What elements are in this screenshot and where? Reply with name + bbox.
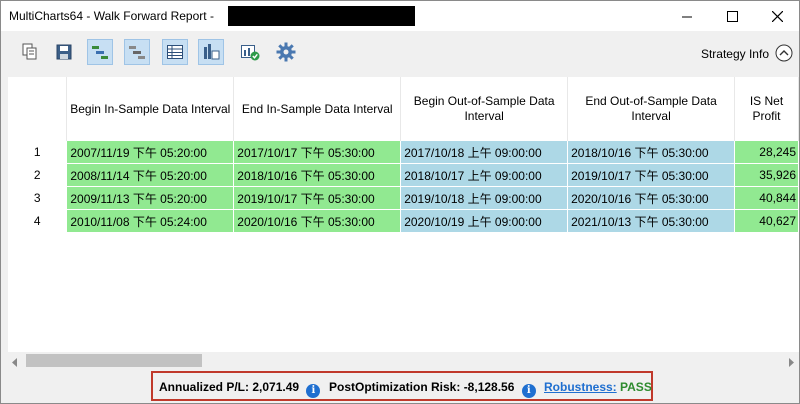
- begin-out-of-sample-cell[interactable]: 2019/10/18 上午 09:00:00: [400, 186, 569, 210]
- walk-forward-table: Begin In-Sample Data Interval End In-Sam…: [8, 77, 799, 352]
- end-in-sample-cell[interactable]: 2017/10/17 下午 05:30:00: [233, 141, 402, 164]
- chart-calendar-button[interactable]: [198, 39, 224, 65]
- gantt-color-button[interactable]: [87, 39, 113, 65]
- toolbar: Strategy Info: [1, 31, 799, 75]
- settings-button[interactable]: [273, 39, 299, 65]
- table-view-icon: [167, 45, 183, 59]
- summary-status-bar: Annualized P/L: 2,071.49 i PostOptimizat…: [151, 371, 653, 401]
- annualized-pl-value: 2,071.49: [252, 380, 300, 394]
- copy-button[interactable]: [17, 39, 43, 65]
- chart-check-button[interactable]: [237, 39, 263, 65]
- robustness-link[interactable]: Robustness:: [544, 380, 617, 394]
- gear-icon: [276, 42, 296, 62]
- begin-in-sample-cell[interactable]: 2009/11/13 下午 05:20:00: [66, 186, 235, 210]
- walk-forward-report-window: MultiCharts64 - Walk Forward Report - St…: [0, 0, 800, 404]
- column-header-is-net-profit[interactable]: IS Net Profit: [734, 77, 799, 141]
- row-number: 4: [8, 209, 68, 233]
- begin-out-of-sample-cell[interactable]: 2017/10/18 上午 09:00:00: [400, 141, 569, 164]
- table-view-button[interactable]: [162, 39, 188, 65]
- gantt-color-icon: [92, 46, 108, 59]
- row-number: 1: [8, 141, 68, 164]
- window-title: MultiCharts64 - Walk Forward Report -: [9, 9, 214, 23]
- is-net-profit-cell[interactable]: 35,926: [734, 163, 799, 187]
- horizontal-scrollbar[interactable]: [8, 352, 799, 369]
- begin-in-sample-cell[interactable]: 2010/11/08 下午 05:24:00: [66, 209, 235, 233]
- row-number: 2: [8, 163, 68, 187]
- end-out-of-sample-cell[interactable]: 2018/10/16 下午 05:30:00: [567, 141, 736, 164]
- table-row[interactable]: 3 2009/11/13 下午 05:20:00 2019/10/17 下午 0…: [8, 186, 799, 210]
- is-net-profit-cell[interactable]: 40,627: [734, 209, 799, 233]
- begin-in-sample-cell[interactable]: 2008/11/14 下午 05:20:00: [66, 163, 235, 187]
- post-optimization-risk-value: -8,128.56: [463, 380, 515, 394]
- save-button[interactable]: [51, 39, 77, 65]
- annualized-pl-label: Annualized P/L:: [159, 380, 249, 394]
- table-row[interactable]: 2 2008/11/14 下午 05:20:00 2018/10/16 下午 0…: [8, 163, 799, 187]
- scroll-right-icon[interactable]: [789, 356, 795, 370]
- row-number: 3: [8, 186, 68, 210]
- post-optimization-risk-label: PostOptimization Risk:: [329, 380, 461, 394]
- annualized-pl: Annualized P/L: 2,071.49 i: [159, 380, 321, 398]
- table-row[interactable]: 1 2007/11/19 下午 05:20:00 2017/10/17 下午 0…: [8, 141, 799, 164]
- column-header-begin-in-sample[interactable]: Begin In-Sample Data Interval: [66, 77, 235, 141]
- chart-check-icon: [241, 45, 260, 61]
- gantt-gray-button[interactable]: [124, 39, 150, 65]
- end-in-sample-cell[interactable]: 2018/10/16 下午 05:30:00: [233, 163, 402, 187]
- end-in-sample-cell[interactable]: 2019/10/17 下午 05:30:00: [233, 186, 402, 210]
- is-net-profit-cell[interactable]: 40,844: [734, 186, 799, 210]
- robustness-value: PASS: [620, 380, 652, 394]
- column-header-row-number[interactable]: [8, 77, 68, 141]
- title-bar[interactable]: MultiCharts64 - Walk Forward Report -: [1, 1, 799, 31]
- end-in-sample-cell[interactable]: 2020/10/16 下午 05:30:00: [233, 209, 402, 233]
- column-header-end-in-sample[interactable]: End In-Sample Data Interval: [233, 77, 402, 141]
- redacted-block: [228, 6, 415, 26]
- minimize-icon: [681, 16, 692, 17]
- column-header-begin-out-of-sample[interactable]: Begin Out-of-Sample Data Interval: [400, 77, 569, 141]
- scroll-left-icon[interactable]: [12, 356, 18, 370]
- end-out-of-sample-cell[interactable]: 2020/10/16 下午 05:30:00: [567, 186, 736, 210]
- robustness[interactable]: Robustness: PASS: [544, 380, 652, 394]
- chevron-up-icon[interactable]: [775, 44, 793, 65]
- copy-icon: [22, 43, 37, 60]
- minimize-button[interactable]: [664, 1, 710, 31]
- info-icon[interactable]: i: [306, 384, 321, 398]
- chart-calendar-icon: [204, 44, 220, 60]
- post-optimization-risk: PostOptimization Risk: -8,128.56 i: [329, 380, 536, 398]
- close-icon: [771, 10, 783, 22]
- begin-in-sample-cell[interactable]: 2007/11/19 下午 05:20:00: [66, 141, 235, 164]
- begin-out-of-sample-cell[interactable]: 2018/10/17 上午 09:00:00: [400, 163, 569, 187]
- table-row[interactable]: 4 2010/11/08 下午 05:24:00 2020/10/16 下午 0…: [8, 209, 799, 233]
- table-header-row: Begin In-Sample Data Interval End In-Sam…: [8, 77, 799, 141]
- end-out-of-sample-cell[interactable]: 2019/10/17 下午 05:30:00: [567, 163, 736, 187]
- scrollbar-thumb[interactable]: [26, 354, 202, 367]
- end-out-of-sample-cell[interactable]: 2021/10/13 下午 05:30:00: [567, 209, 736, 233]
- close-button[interactable]: [754, 1, 799, 31]
- is-net-profit-cell[interactable]: 28,245: [734, 141, 799, 164]
- maximize-button[interactable]: [709, 1, 755, 31]
- info-icon[interactable]: i: [521, 384, 536, 398]
- column-header-end-out-of-sample[interactable]: End Out-of-Sample Data Interval: [567, 77, 736, 141]
- strategy-info-link[interactable]: Strategy Info: [701, 47, 769, 61]
- maximize-icon: [726, 10, 738, 22]
- begin-out-of-sample-cell[interactable]: 2020/10/19 上午 09:00:00: [400, 209, 569, 233]
- save-icon: [56, 44, 72, 60]
- gantt-gray-icon: [129, 46, 145, 59]
